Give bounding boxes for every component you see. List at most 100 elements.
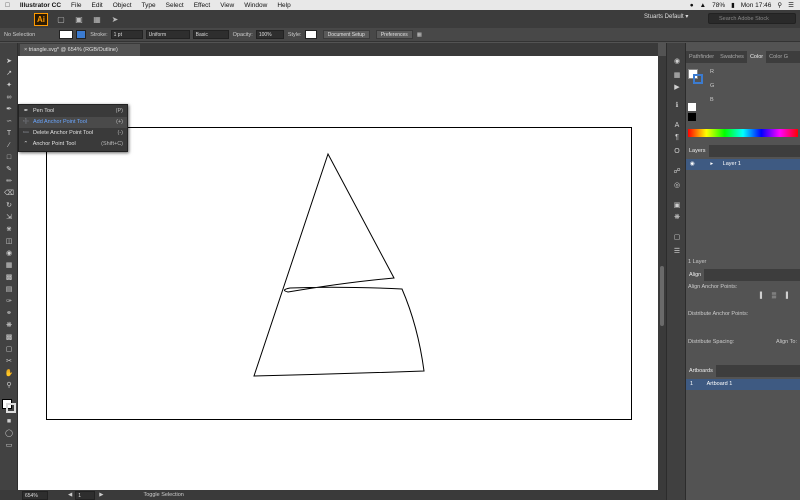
document-setup-button[interactable]: Document Setup bbox=[322, 30, 370, 39]
menu-app-name[interactable]: Illustrator CC bbox=[15, 2, 66, 9]
scroll-thumb[interactable] bbox=[660, 266, 664, 326]
send-icon[interactable]: ➤ bbox=[110, 14, 120, 24]
wifi-icon[interactable]: ▲ bbox=[700, 2, 706, 9]
layers-strip-icon[interactable]: ☰ bbox=[672, 247, 682, 256]
width-tool-icon[interactable]: ⋇ bbox=[3, 225, 15, 234]
perspective-grid-tool-icon[interactable]: ▦ bbox=[3, 261, 15, 270]
tab-align[interactable]: Align bbox=[686, 269, 705, 281]
list-icon[interactable]: ☰ bbox=[788, 1, 794, 9]
slice-tool-icon[interactable]: ✂ bbox=[3, 357, 15, 366]
menu-effect[interactable]: Effect bbox=[189, 2, 216, 9]
stroke-swatch[interactable] bbox=[76, 30, 87, 39]
document-icon[interactable]: ▢ bbox=[56, 14, 66, 24]
links-icon[interactable]: ☍ bbox=[672, 167, 682, 176]
character-icon[interactable]: A bbox=[672, 121, 682, 130]
brush-definition[interactable]: Basic bbox=[192, 30, 229, 39]
opacity-label[interactable]: Opacity: bbox=[233, 32, 253, 38]
artboards-icon[interactable]: ▢ bbox=[672, 233, 682, 242]
shape-builder-tool-icon[interactable]: ◉ bbox=[3, 249, 15, 258]
artboard-name[interactable]: Artboard 1 bbox=[707, 381, 733, 387]
direct-selection-tool-icon[interactable]: ↗ bbox=[3, 69, 15, 78]
fill-swatch[interactable] bbox=[59, 30, 74, 39]
visibility-eye-icon[interactable]: ◉ bbox=[690, 161, 695, 167]
zoom-tool-icon[interactable]: ⚲ bbox=[3, 381, 15, 390]
status-text[interactable]: Toggle Selection bbox=[143, 492, 183, 498]
selection-tool-icon[interactable]: ➤ bbox=[3, 57, 15, 66]
rectangle-tool-icon[interactable]: □ bbox=[3, 153, 15, 162]
variable-width-profile[interactable]: Uniform bbox=[145, 30, 190, 39]
apple-menu[interactable]:  bbox=[0, 2, 15, 9]
play-icon[interactable]: ▶ bbox=[672, 83, 682, 92]
close-tab-icon[interactable]: × bbox=[24, 47, 27, 53]
swatches-icon[interactable]: ▦ bbox=[672, 71, 682, 80]
lasso-tool-icon[interactable]: ∞ bbox=[3, 93, 15, 102]
layer-name[interactable]: Layer 1 bbox=[723, 161, 741, 167]
document-tab[interactable]: × triangle.svg* @ 654% (RGB/Outline) bbox=[20, 44, 140, 56]
search-icon[interactable]: ⚲ bbox=[777, 1, 782, 9]
graphic-style-swatch[interactable] bbox=[304, 30, 317, 39]
black-swatch[interactable] bbox=[688, 113, 696, 121]
preferences-button[interactable]: Preferences bbox=[375, 30, 413, 39]
color-mode-icon[interactable]: ■ bbox=[3, 417, 15, 426]
menu-view[interactable]: View bbox=[215, 2, 239, 9]
type-tool-icon[interactable]: T bbox=[3, 129, 15, 138]
appearance-icon[interactable]: ◎ bbox=[672, 181, 682, 190]
prev-artboard-icon[interactable]: ◀ bbox=[68, 492, 72, 498]
free-transform-tool-icon[interactable]: ◫ bbox=[3, 237, 15, 246]
pencil-tool-icon[interactable]: ✏ bbox=[3, 177, 15, 186]
menu-edit[interactable]: Edit bbox=[87, 2, 108, 9]
artboard-tool-icon[interactable]: ▢ bbox=[3, 345, 15, 354]
blend-tool-icon[interactable]: ⚭ bbox=[3, 309, 15, 318]
opentype-icon[interactable]: O bbox=[672, 147, 682, 156]
align-left-icon[interactable]: ▐ bbox=[756, 293, 764, 300]
scale-tool-icon[interactable]: ⇲ bbox=[3, 213, 15, 222]
expand-arrow-icon[interactable]: ▸ bbox=[710, 161, 713, 167]
magic-wand-tool-icon[interactable]: ✦ bbox=[3, 81, 15, 90]
transform-icon[interactable]: ▣ bbox=[672, 201, 682, 210]
stock-icon[interactable]: ▣ bbox=[74, 14, 84, 24]
zoom-field[interactable]: 654% bbox=[22, 490, 48, 500]
mesh-tool-icon[interactable]: ▩ bbox=[3, 273, 15, 282]
tab-artboards[interactable]: Artboards bbox=[686, 365, 716, 377]
flyout-item-add-anchor[interactable]: ➕ Add Anchor Point Tool (+) bbox=[19, 117, 127, 128]
flyout-item-anchor-point[interactable]: ⌃ Anchor Point Tool (Shift+C) bbox=[19, 139, 127, 150]
status-icon[interactable]: ● bbox=[690, 2, 694, 9]
battery-level[interactable]: 78% bbox=[712, 2, 725, 9]
eraser-tool-icon[interactable]: ⌫ bbox=[3, 189, 15, 198]
flyout-item-delete-anchor[interactable]: ➖ Delete Anchor Point Tool (-) bbox=[19, 128, 127, 139]
menu-object[interactable]: Object bbox=[108, 2, 137, 9]
rotate-tool-icon[interactable]: ↻ bbox=[3, 201, 15, 210]
arrange-icon[interactable]: ▦ bbox=[92, 14, 102, 24]
tab-color-guide[interactable]: Color G bbox=[766, 51, 791, 63]
tab-swatches[interactable]: Swatches bbox=[717, 51, 747, 63]
paintbrush-tool-icon[interactable]: ✎ bbox=[3, 165, 15, 174]
artboard-row[interactable]: 1 Artboard 1 bbox=[686, 379, 800, 390]
vertical-scrollbar[interactable] bbox=[658, 56, 666, 490]
gradient-tool-icon[interactable]: ▤ bbox=[3, 285, 15, 294]
hand-tool-icon[interactable]: ✋ bbox=[3, 369, 15, 378]
menu-type[interactable]: Type bbox=[137, 2, 161, 9]
align-right-icon[interactable]: ▌ bbox=[784, 293, 792, 300]
layer-row[interactable]: ◉ ▸ Layer 1 bbox=[686, 159, 800, 170]
tab-pathfinder[interactable]: Pathfinder bbox=[686, 51, 717, 63]
curvature-tool-icon[interactable]: ∽ bbox=[3, 117, 15, 126]
screen-mode-icon[interactable]: ▭ bbox=[3, 441, 15, 450]
arrange-documents-icon[interactable]: ▦ bbox=[417, 32, 422, 38]
menu-window[interactable]: Window bbox=[239, 2, 272, 9]
color-guide-icon[interactable]: ◉ bbox=[672, 57, 682, 66]
opacity-field[interactable]: 100% bbox=[255, 30, 284, 39]
align-center-icon[interactable]: ▒ bbox=[770, 293, 778, 300]
menu-select[interactable]: Select bbox=[161, 2, 189, 9]
clock[interactable]: Mon 17:46 bbox=[741, 2, 772, 9]
flyout-item-pen-tool[interactable]: ✒ Pen Tool (P) bbox=[19, 106, 127, 117]
tab-layers[interactable]: Layers bbox=[686, 145, 709, 157]
pen-tool-icon[interactable]: ✒ bbox=[3, 105, 15, 114]
draw-mode-icon[interactable]: ◯ bbox=[3, 429, 15, 438]
symbol-sprayer-tool-icon[interactable]: ❋ bbox=[3, 321, 15, 330]
white-swatch[interactable] bbox=[688, 103, 696, 111]
stroke-weight-field[interactable]: 1 pt bbox=[110, 30, 143, 39]
panel-stroke-swatch[interactable] bbox=[693, 74, 703, 84]
artboard-number-field[interactable]: 1 bbox=[75, 490, 96, 500]
stroke-color-swatch[interactable] bbox=[6, 403, 16, 413]
info-icon[interactable]: ℹ bbox=[672, 101, 682, 110]
